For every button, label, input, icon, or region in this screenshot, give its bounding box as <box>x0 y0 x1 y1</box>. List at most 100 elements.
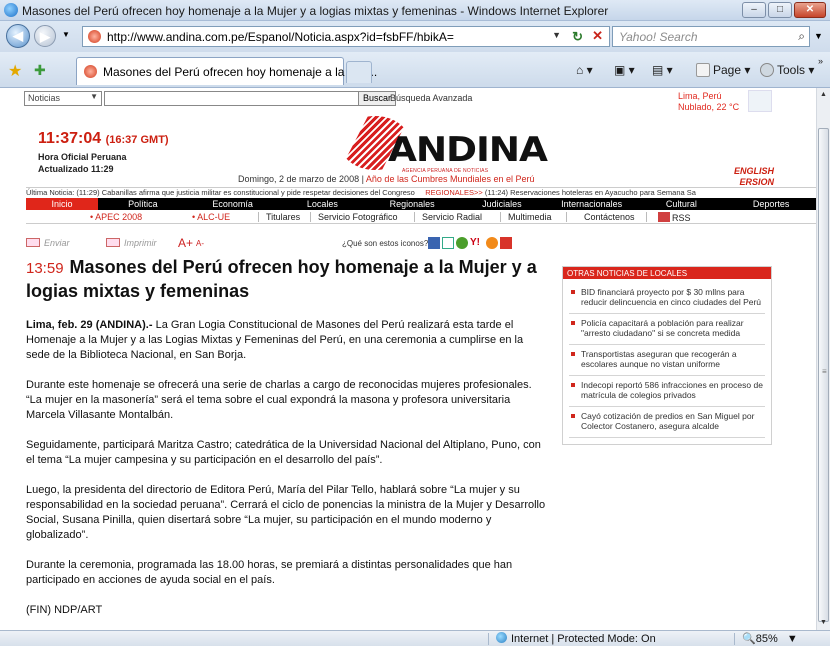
tab-current[interactable]: Masones del Perú ofrecen hoy homenaje a … <box>76 57 377 85</box>
divider <box>646 212 647 222</box>
send-label: Enviar <box>44 238 70 248</box>
site-favicon-icon <box>88 30 101 43</box>
technorati-icon[interactable] <box>456 237 468 249</box>
stumble-icon[interactable] <box>486 237 498 249</box>
back-button[interactable]: ◀ <box>6 24 30 48</box>
subnav-titulares[interactable]: Titulares <box>266 212 300 222</box>
add-favorites-icon[interactable]: ✚ <box>34 62 46 79</box>
clock: 11:37:04 (16:37 GMT) <box>38 130 169 148</box>
article-paragraph: Luego, la presidenta del directorio de E… <box>26 484 546 541</box>
subnav-alc[interactable]: ALC-UE <box>192 212 230 222</box>
refresh-icon[interactable]: ↻ <box>572 29 583 45</box>
security-zone[interactable]: Internet | Protected Mode: On <box>496 632 656 645</box>
related-news-item[interactable]: BID financiará proyecto por $ 30 mllns p… <box>569 283 765 314</box>
article-time: 13:59 <box>26 260 64 277</box>
window-title: Masones del Perú ofrecen hoy homenaje a … <box>22 4 609 18</box>
globe-icon <box>496 632 507 643</box>
home-icon[interactable]: ⌂ ▾ <box>576 63 593 77</box>
url-text: http://www.andina.com.pe/Espanol/Noticia… <box>107 30 454 44</box>
related-news-item[interactable]: Transportistas aseguran que recogerán a … <box>569 345 765 376</box>
feeds-icon[interactable]: ▣ ▾ <box>614 63 635 77</box>
font-increase-button[interactable]: A+ <box>178 236 193 250</box>
vertical-scrollbar[interactable]: ▲ ≡ ▼ <box>816 88 830 630</box>
meneame-icon[interactable] <box>500 237 512 249</box>
english-line-1: ENGLISH <box>733 166 774 176</box>
article-signoff: (FIN) NDP/ART <box>26 604 103 616</box>
search-category-select[interactable]: Noticias ▼ <box>24 91 102 106</box>
nav-item-politica[interactable]: Política <box>98 198 188 210</box>
logo-wordmark: ANDINA <box>388 130 548 170</box>
nav-item-locales[interactable]: Locales <box>278 198 368 210</box>
advanced-search-link[interactable]: Búsqueda Avanzada <box>390 93 472 103</box>
nav-item-cultural[interactable]: Cultural <box>637 198 727 210</box>
subnav-apec[interactable]: APEC 2008 <box>90 212 142 222</box>
subnav-foto[interactable]: Servicio Fotográfico <box>318 212 398 222</box>
minimize-button[interactable]: – <box>742 2 766 18</box>
cloud-icon <box>748 90 772 112</box>
related-news-item[interactable]: Cayó cotización de predios en San Miguel… <box>569 407 765 438</box>
close-button[interactable]: ✕ <box>794 2 826 18</box>
url-field[interactable]: http://www.andina.com.pe/Espanol/Noticia… <box>82 26 610 47</box>
font-decrease-button[interactable]: A- <box>196 239 204 248</box>
article-paragraph: Seguidamente, participará Maritza Castro… <box>26 439 541 466</box>
article-dateline: Lima, feb. 29 (ANDINA).- <box>26 319 153 331</box>
zoom-control[interactable]: 🔍85% ▼ <box>742 632 798 645</box>
new-tab-button[interactable] <box>346 61 372 83</box>
related-news-item[interactable]: Policía capacitará a población para real… <box>569 314 765 345</box>
stop-icon[interactable]: ✕ <box>592 28 603 44</box>
scroll-thumb[interactable]: ≡ <box>818 128 829 622</box>
tools-menu[interactable]: Tools ▾ <box>760 63 814 77</box>
toolbar-overflow-icon[interactable]: » <box>818 56 823 66</box>
nav-item-economia[interactable]: Economía <box>188 198 278 210</box>
english-version-link[interactable]: ENGLISH ERSION <box>714 166 774 188</box>
nav-item-judiciales[interactable]: Judiciales <box>457 198 547 210</box>
scroll-up-arrow-icon[interactable]: ▲ <box>817 88 830 102</box>
print-icon[interactable]: ▤ ▾ <box>652 63 673 77</box>
delicious-icon[interactable] <box>428 237 440 249</box>
nav-item-inicio[interactable]: Inicio <box>26 198 98 210</box>
andina-logo[interactable]: ANDINA AGENCIA PERUANA DE NOTICIAS <box>340 116 548 174</box>
nav-item-internacionales[interactable]: Internacionales <box>547 198 637 210</box>
envelope-icon <box>26 238 40 247</box>
nav-item-deportes[interactable]: Deportes <box>726 198 816 210</box>
article-tools: Enviar Imprimir A+ A- ¿Qué son estos ico… <box>26 236 602 252</box>
scroll-down-arrow-icon[interactable]: ▼ <box>817 616 830 630</box>
history-dropdown-icon[interactable]: ▼ <box>62 30 70 39</box>
related-news-header: OTRAS NOTICIAS DE LOCALES <box>563 267 771 279</box>
ticker-left: Última Noticia: (11:29) Cabanillas afirm… <box>26 188 415 197</box>
site-search-input[interactable] <box>104 91 360 106</box>
ie-logo-icon <box>4 3 18 17</box>
yahoo-icon[interactable]: Y! <box>470 237 482 249</box>
divider <box>488 633 489 645</box>
subnav-contactenos[interactable]: Contáctenos <box>584 212 635 222</box>
ticker-regionales: REGIONALES>> <box>425 188 483 197</box>
subnav-radio[interactable]: Servicio Radial <box>422 212 482 222</box>
forward-button[interactable]: ▶ <box>34 25 56 47</box>
related-news-item[interactable]: Indecopi reportó 586 infracciones en pro… <box>569 376 765 407</box>
search-icon[interactable]: ⌕ <box>798 29 805 44</box>
subnav-rss[interactable]: RSS <box>658 212 691 223</box>
article-paragraph: Lima, feb. 29 (ANDINA).- La Gran Logia C… <box>26 318 546 363</box>
digg-icon[interactable] <box>442 237 454 249</box>
icons-help-link[interactable]: ¿Qué son estos iconos? <box>342 239 428 248</box>
divider <box>414 212 415 222</box>
date-text: Domingo, 2 de marzo de 2008 <box>238 174 360 184</box>
page-menu[interactable]: Page ▾ <box>696 63 750 77</box>
send-link[interactable]: Enviar <box>26 238 70 248</box>
nav-item-regionales[interactable]: Regionales <box>367 198 457 210</box>
article-paragraph: Durante la ceremonia, programada las 18.… <box>26 559 513 586</box>
tools-menu-label: Tools <box>777 63 806 77</box>
search-dropdown-icon[interactable]: ▼ <box>814 31 823 41</box>
subnav-multimedia[interactable]: Multimedia <box>508 212 552 222</box>
weather-widget: Lima, Perú Nublado, 22 °C <box>678 91 739 113</box>
divider <box>566 212 567 222</box>
news-ticker[interactable]: Última Noticia: (11:29) Cabanillas afirm… <box>26 187 816 198</box>
weather-text: Nublado, 22 °C <box>678 102 740 112</box>
date-line: Domingo, 2 de marzo de 2008 | Año de las… <box>238 174 535 184</box>
url-dropdown-icon[interactable]: ▼ <box>552 30 561 40</box>
maximize-button[interactable]: □ <box>768 2 792 18</box>
search-input[interactable]: Yahoo! Search ⌕ <box>612 26 810 47</box>
print-link[interactable]: Imprimir <box>106 238 157 248</box>
favorites-star-icon[interactable]: ★ <box>8 61 22 81</box>
updated-label: Actualizado 11:29 <box>38 164 114 174</box>
